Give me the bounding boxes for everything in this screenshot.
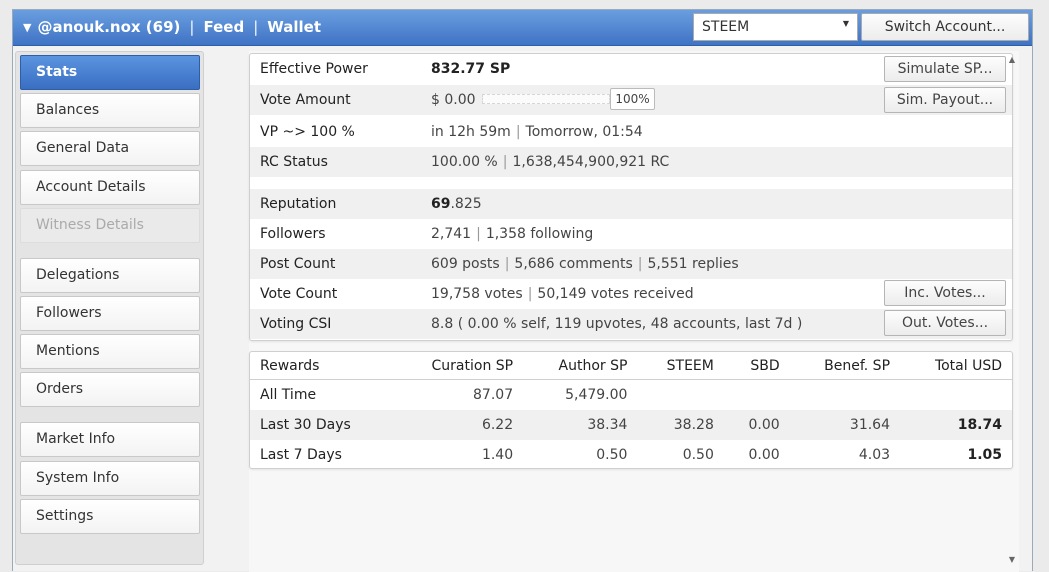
chevron-down-icon[interactable]: ▼ <box>23 21 31 34</box>
table-row: All Time 87.07 5,479.00 <box>250 380 1012 411</box>
vote-count-row: Vote Count 19,758 votes | 50,149 votes rec… <box>250 279 1012 309</box>
table-cell: 0.00 <box>748 447 780 463</box>
sidebar-item-settings[interactable]: Settings <box>20 499 200 534</box>
total-cell <box>900 380 1012 411</box>
reputation-row: Reputation 69.825 <box>250 189 1012 219</box>
post-count-row: Post Count 609 posts | 5,686 comments | 5,55… <box>250 249 1012 279</box>
currency-select[interactable]: STEEM ▼ <box>693 13 858 41</box>
chevron-down-icon: ▼ <box>842 19 849 28</box>
followers-row: Followers 2,741 | 1,358 following <box>250 219 1012 249</box>
vote-weight-input[interactable]: 100% <box>610 88 655 110</box>
steem-col-header: STEEM <box>637 352 724 380</box>
table-cell: 31.64 <box>789 410 901 440</box>
wallet-link[interactable]: Wallet <box>267 18 321 36</box>
rc-status-label: RC Status <box>260 154 328 170</box>
sidebar-item-system-info[interactable]: System Info <box>20 461 200 496</box>
rewards-header-row: Rewards Curation SP Author SP STEEM SBD … <box>250 352 1012 380</box>
vp-label: VP ~> 100 % <box>260 124 355 140</box>
sidebar: Stats Balances General Data Account Deta… <box>15 51 204 565</box>
switch-account-button[interactable]: Switch Account... <box>861 13 1029 41</box>
account-menu-link[interactable]: @anouk.nox (69) <box>37 18 180 36</box>
currency-select-value: STEEM <box>702 19 750 35</box>
top-bar: ▼ @anouk.nox (69) | Feed | Wallet STEEM ▼ Swi… <box>13 10 1032 46</box>
vote-amount-value: $ 0.00 <box>431 92 476 108</box>
rewards-col-header: Rewards <box>250 352 393 380</box>
feed-link[interactable]: Feed <box>203 18 244 36</box>
author-sp-col-header: Author SP <box>523 352 638 380</box>
voting-csi-value: 8.8 ( 0.00 % self, 119 upvotes, 48 accou… <box>431 316 803 332</box>
table-cell: 87.07 <box>473 387 514 403</box>
followers-value: 2,741 | 1,358 following <box>431 226 594 242</box>
benef-sp-col-header: Benef. SP <box>789 352 901 380</box>
table-cell <box>637 380 723 411</box>
vp-value: in 12h 59m | Tomorrow, 01:54 <box>431 124 643 140</box>
sim-payout-button[interactable]: Sim. Payout... <box>884 87 1006 113</box>
total-cell: 1.05 <box>967 447 1002 463</box>
voting-csi-label: Voting CSI <box>260 316 332 332</box>
table-cell: 38.34 <box>523 410 638 440</box>
table-cell <box>790 380 900 411</box>
vote-count-label: Vote Count <box>260 286 338 302</box>
table-cell: 4.03 <box>858 447 891 463</box>
curation-sp-col-header: Curation SP <box>392 352 524 380</box>
sidebar-item-orders[interactable]: Orders <box>20 372 200 407</box>
followers-label: Followers <box>260 226 326 242</box>
stats-panel: Effective Power 832.77 SP Simulate SP...… <box>249 53 1013 341</box>
rc-status-row: RC Status 100.00 % | 1,638,454,900,921 RC <box>250 147 1012 177</box>
out-votes-button[interactable]: Out. Votes... <box>884 310 1006 336</box>
voting-csi-row: Voting CSI 8.8 ( 0.00 % self, 119 upvote… <box>250 309 1012 339</box>
sidebar-item-delegations[interactable]: Delegations <box>20 258 200 293</box>
separator: | <box>253 18 259 36</box>
breadcrumb: ▼ @anouk.nox (69) | Feed | Wallet <box>23 18 321 36</box>
post-count-label: Post Count <box>260 256 336 272</box>
separator: | <box>189 18 195 36</box>
table-cell: 5,479.00 <box>565 387 628 403</box>
table-cell: 38.28 <box>637 410 724 440</box>
sidebar-item-account-details[interactable]: Account Details <box>20 170 200 205</box>
post-count-value: 609 posts | 5,686 comments | 5,551 replies <box>431 256 739 272</box>
table-cell: 0.50 <box>596 447 628 463</box>
sbd-col-header: SBD <box>723 352 790 380</box>
sidebar-item-followers[interactable]: Followers <box>20 296 200 331</box>
total-cell: 18.74 <box>900 410 1012 440</box>
vote-weight-slider[interactable] <box>482 94 610 104</box>
period-cell: Last 30 Days <box>250 410 393 440</box>
total-usd-col-header: Total USD <box>900 352 1012 380</box>
sidebar-item-balances[interactable]: Balances <box>20 93 200 128</box>
sidebar-item-witness-details: Witness Details <box>20 208 200 243</box>
effective-power-label: Effective Power <box>260 61 368 77</box>
sidebar-item-market-info[interactable]: Market Info <box>20 422 200 457</box>
inc-votes-button[interactable]: Inc. Votes... <box>884 280 1006 306</box>
period-cell: Last 7 Days <box>260 447 342 463</box>
reputation-value: 69.825 <box>431 196 482 212</box>
table-row: Last 30 Days 6.22 38.34 38.28 0.00 31.64… <box>250 410 1012 440</box>
vp-row: VP ~> 100 % in 12h 59m | Tomorrow, 01:54 <box>250 117 1012 147</box>
effective-power-value: 832.77 SP <box>431 61 511 77</box>
rewards-panel: Rewards Curation SP Author SP STEEM SBD … <box>249 351 1013 469</box>
simulate-sp-button[interactable]: Simulate SP... <box>884 56 1006 82</box>
reputation-label: Reputation <box>260 196 337 212</box>
vote-amount-row: Vote Amount $ 0.00 100% Sim. Payout... <box>250 85 1012 115</box>
section-gap <box>250 177 1012 189</box>
rc-status-value: 100.00 % | 1,638,454,900,921 RC <box>431 154 670 170</box>
period-cell: All Time <box>260 387 317 403</box>
steem-app-window: ▼ @anouk.nox (69) | Feed | Wallet STEEM ▼ Swi… <box>12 9 1033 572</box>
vote-amount-label: Vote Amount <box>260 92 351 108</box>
sidebar-item-general-data[interactable]: General Data <box>20 131 200 166</box>
sidebar-item-mentions[interactable]: Mentions <box>20 334 200 369</box>
scroll-up-icon[interactable]: ▲ <box>1009 55 1015 64</box>
vote-count-value: 19,758 votes | 50,149 votes received <box>431 286 694 302</box>
table-cell: 0.00 <box>723 410 790 440</box>
table-cell: 1.40 <box>481 447 514 463</box>
table-cell: 0.50 <box>682 447 714 463</box>
stats-content: Effective Power 832.77 SP Simulate SP...… <box>249 51 1019 572</box>
table-cell: 6.22 <box>392 410 524 440</box>
effective-power-row: Effective Power 832.77 SP Simulate SP... <box>250 54 1012 84</box>
table-cell <box>724 380 790 411</box>
scroll-down-icon[interactable]: ▼ <box>1009 555 1015 564</box>
rewards-table: Rewards Curation SP Author SP STEEM SBD … <box>250 352 1012 470</box>
table-row: Last 7 Days 1.40 0.50 0.50 0.00 4.03 1.0… <box>250 440 1012 470</box>
sidebar-item-stats[interactable]: Stats <box>20 55 200 90</box>
